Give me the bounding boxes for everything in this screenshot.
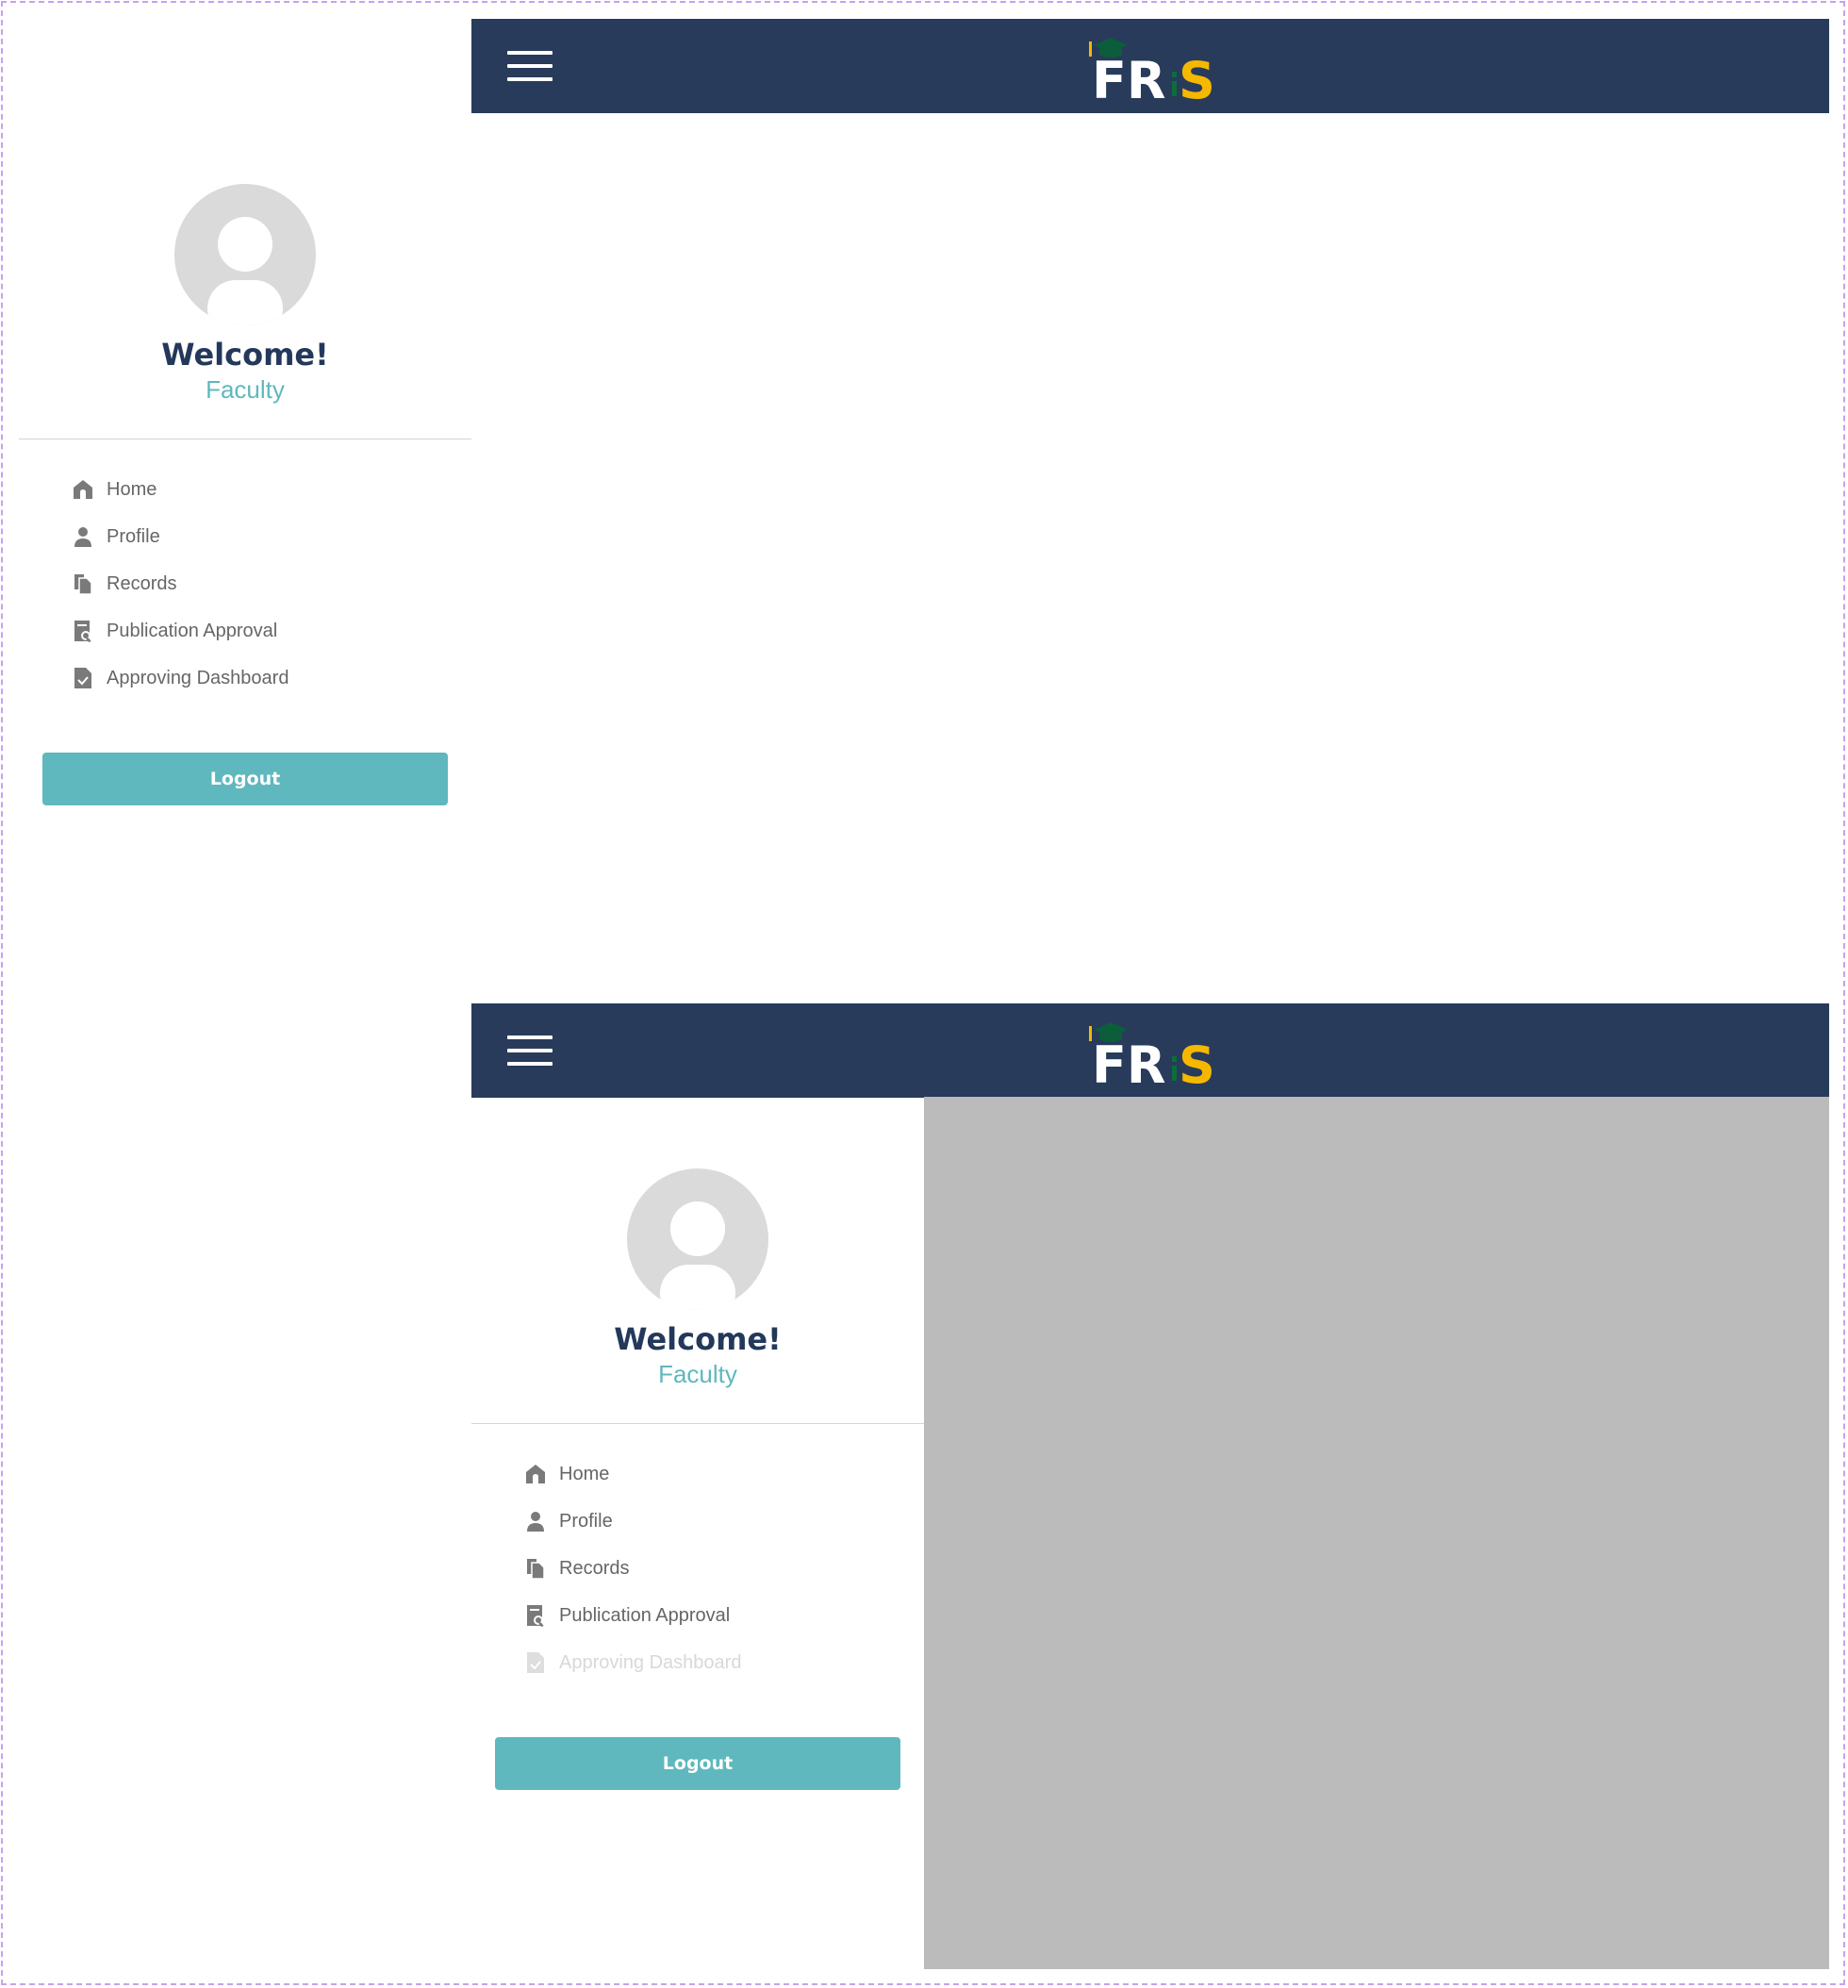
home-icon bbox=[523, 1462, 548, 1486]
sidebar-item-home[interactable]: Home bbox=[71, 466, 467, 513]
sidebar-item-publication-approval[interactable]: Publication Approval bbox=[71, 607, 467, 654]
files-icon bbox=[71, 572, 95, 596]
svg-text:S: S bbox=[1179, 1035, 1215, 1092]
sidebar-item-approving-dashboard[interactable]: Approving Dashboard bbox=[71, 654, 467, 702]
logout-button[interactable]: Logout bbox=[42, 753, 448, 805]
document-check-icon bbox=[71, 666, 95, 690]
role-label: Faculty bbox=[658, 1360, 737, 1388]
document-search-icon bbox=[523, 1603, 548, 1628]
sidebar-item-records[interactable]: Records bbox=[71, 560, 467, 607]
content-overlay[interactable] bbox=[924, 1097, 1829, 1969]
user-icon bbox=[523, 1509, 548, 1533]
sidebar-item-label: Approving Dashboard bbox=[107, 667, 289, 688]
home-icon bbox=[71, 477, 95, 502]
sidebar-item-label: Records bbox=[107, 572, 177, 594]
sidebar-item-profile[interactable]: Profile bbox=[523, 1498, 919, 1545]
top-navbar: FR S bbox=[471, 1003, 1829, 1098]
sidebar-item-label: Home bbox=[559, 1463, 610, 1484]
sidebar-item-profile[interactable]: Profile bbox=[71, 513, 467, 560]
sidebar-item-home[interactable]: Home bbox=[523, 1450, 919, 1498]
avatar-icon bbox=[174, 184, 316, 325]
sidebar-item-label: Home bbox=[107, 478, 157, 500]
avatar-icon bbox=[627, 1168, 768, 1310]
sidebar-item-publication-approval[interactable]: Publication Approval bbox=[523, 1592, 919, 1639]
sidebar-item-label: Profile bbox=[559, 1510, 613, 1532]
document-check-icon bbox=[523, 1650, 548, 1675]
sidebar-item-records[interactable]: Records bbox=[523, 1545, 919, 1592]
logout-button[interactable]: Logout bbox=[495, 1737, 900, 1790]
top-navbar: FR S bbox=[471, 19, 1829, 113]
sidebar-item-label: Publication Approval bbox=[107, 620, 278, 641]
hamburger-menu-icon[interactable] bbox=[507, 1035, 553, 1067]
sidebar-item-label: Profile bbox=[107, 525, 160, 547]
files-icon bbox=[523, 1556, 548, 1581]
svg-text:FR: FR bbox=[1092, 51, 1165, 108]
hamburger-menu-icon[interactable] bbox=[507, 51, 553, 82]
user-icon bbox=[71, 524, 95, 549]
document-search-icon bbox=[71, 619, 95, 643]
welcome-heading: Welcome! bbox=[614, 1321, 782, 1357]
sidebar-menu: Home Profile Records Publication Approva… bbox=[71, 466, 467, 702]
sidebar-item-label: Records bbox=[559, 1557, 630, 1579]
svg-text:S: S bbox=[1179, 51, 1215, 108]
sidebar-divider bbox=[471, 1423, 924, 1424]
sidebar-menu: Home Profile Records Publication Approva… bbox=[523, 1450, 919, 1686]
sidebar-item-label: Publication Approval bbox=[559, 1604, 731, 1626]
sidebar-item-label: Approving Dashboard bbox=[559, 1651, 742, 1673]
welcome-heading: Welcome! bbox=[161, 337, 329, 373]
svg-text:FR: FR bbox=[1092, 1035, 1165, 1092]
fris-logo[interactable]: FR S bbox=[1086, 32, 1228, 108]
sidebar-item-approving-dashboard[interactable]: Approving Dashboard bbox=[523, 1639, 919, 1686]
role-label: Faculty bbox=[206, 375, 285, 404]
fris-logo[interactable]: FR S bbox=[1086, 1017, 1228, 1092]
